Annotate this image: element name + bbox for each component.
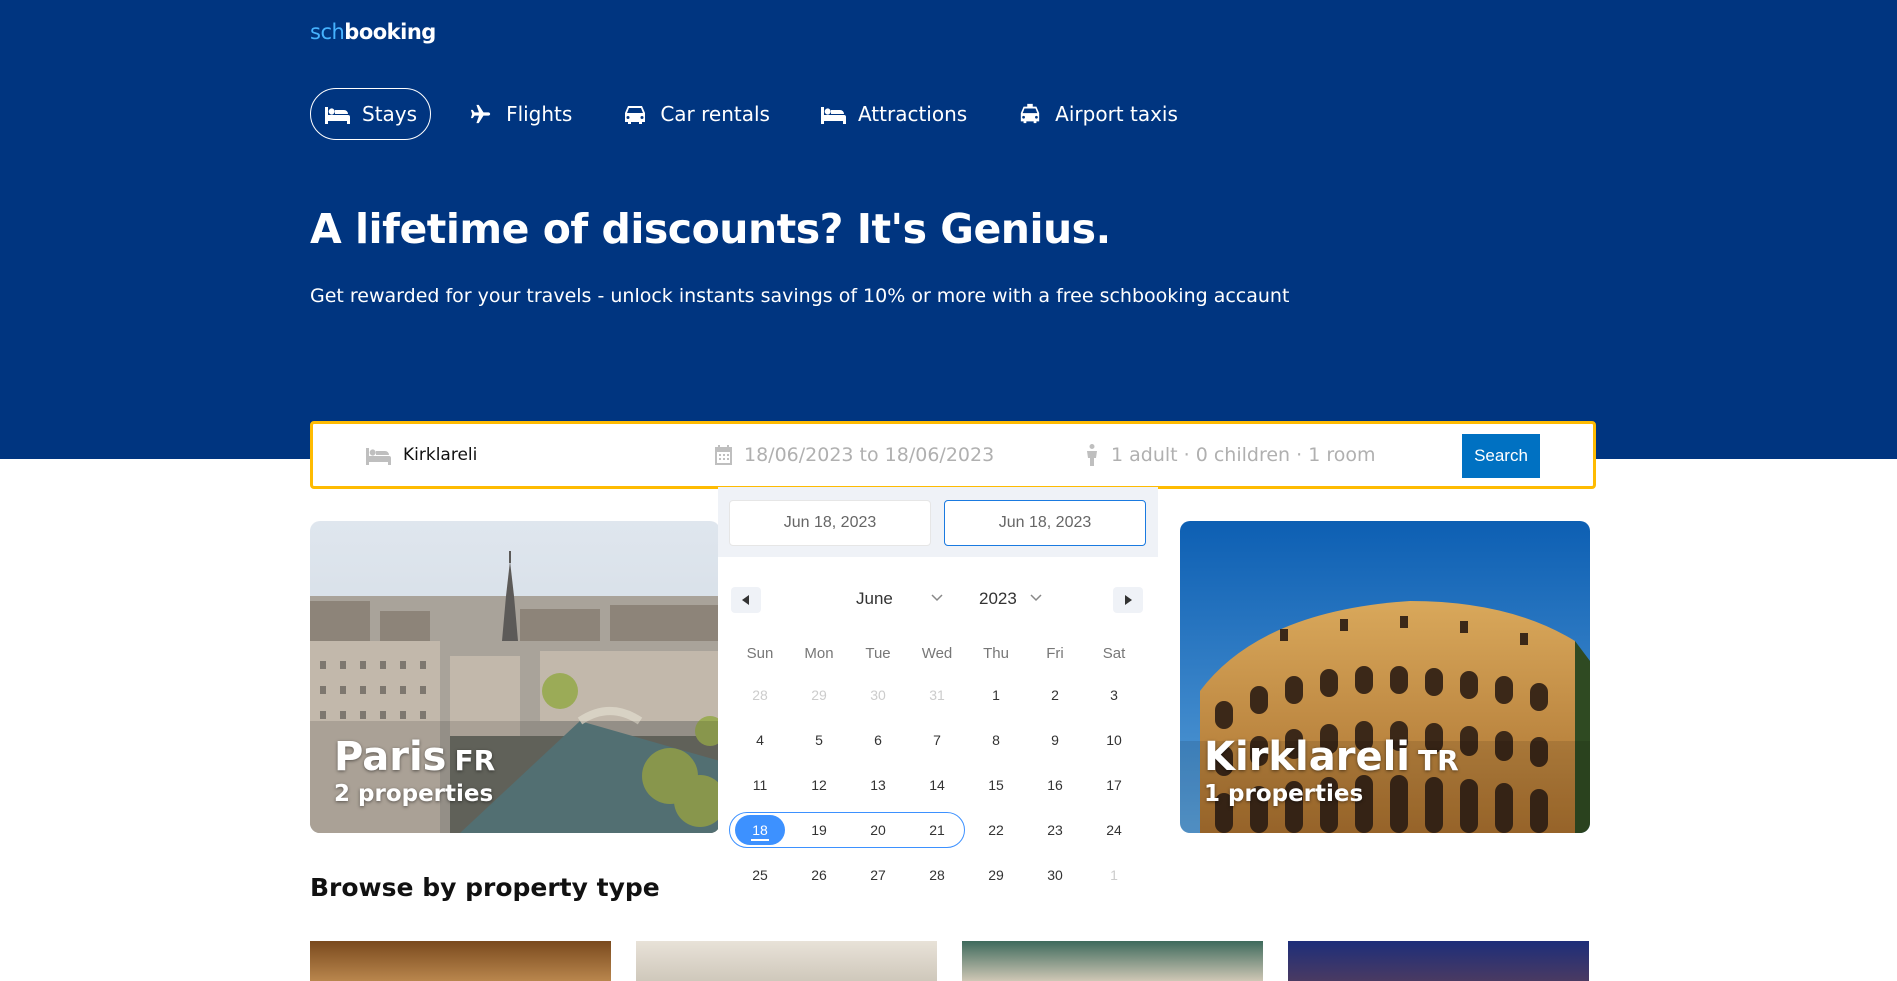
- day-cell[interactable]: 17: [1094, 770, 1134, 800]
- day-cell[interactable]: 11: [740, 770, 780, 800]
- day-cell[interactable]: 23: [1035, 815, 1075, 845]
- bed-icon: [366, 448, 391, 465]
- date-picker-header: Jun 18, 2023 Jun 18, 2023: [718, 487, 1158, 557]
- header: schbooking Stays Flights Car rentals Att…: [0, 0, 1897, 459]
- guests-field[interactable]: 1 adult · 0 children · 1 room: [1085, 424, 1375, 486]
- day-cell[interactable]: 5: [799, 725, 839, 755]
- weekday-label: Sun: [746, 645, 774, 662]
- date-picker: Jun 18, 2023 Jun 18, 2023 June 2023 Sun …: [718, 487, 1158, 897]
- weekday-label: Tue: [865, 645, 891, 662]
- day-cell[interactable]: 1: [976, 680, 1016, 710]
- chevron-left-icon: [742, 595, 749, 605]
- card-country: TR: [1418, 744, 1459, 777]
- day-cell[interactable]: 1: [1094, 860, 1134, 890]
- year-select[interactable]: 2023: [979, 589, 1017, 609]
- hero-subtitle: Get rewarded for your travels - unlock i…: [310, 285, 1290, 307]
- nav-item-car-rentals[interactable]: Car rentals: [609, 88, 783, 140]
- start-date-input[interactable]: Jun 18, 2023: [729, 500, 931, 546]
- day-cell[interactable]: 10: [1094, 725, 1134, 755]
- property-type-thumb[interactable]: [310, 941, 611, 981]
- nav-item-stays[interactable]: Stays: [310, 88, 432, 140]
- day-cell[interactable]: 20: [858, 815, 898, 845]
- chevron-right-icon: [1125, 595, 1132, 605]
- card-city: Paris: [334, 734, 447, 780]
- bed-icon: [325, 107, 350, 124]
- day-cell[interactable]: 29: [976, 860, 1016, 890]
- day-cell[interactable]: 9: [1035, 725, 1075, 755]
- person-icon: [1087, 444, 1097, 466]
- weekday-label: Thu: [983, 645, 1009, 662]
- taxi-icon: [1021, 103, 1040, 124]
- destination-card-kirklareli[interactable]: Kirklareli TR 1 properties: [1180, 521, 1590, 833]
- calendar-icon: [715, 445, 732, 465]
- logo[interactable]: schbooking: [310, 20, 436, 44]
- nav-item-attractions[interactable]: Attractions: [807, 88, 980, 140]
- month-select[interactable]: June: [856, 589, 893, 609]
- day-cell[interactable]: 4: [740, 725, 780, 755]
- chevron-down-icon: [1030, 594, 1042, 602]
- selected-day-cell[interactable]: 18: [735, 815, 785, 845]
- weekday-label: Sat: [1102, 645, 1126, 662]
- day-cell[interactable]: 28: [740, 680, 780, 710]
- next-month-button[interactable]: [1113, 587, 1143, 613]
- nav-item-flights[interactable]: Flights: [455, 88, 585, 140]
- card-country: FR: [454, 744, 496, 777]
- day-cell[interactable]: 25: [740, 860, 780, 890]
- day-cell[interactable]: 6: [858, 725, 898, 755]
- day-cell[interactable]: 27: [858, 860, 898, 890]
- card-city: Kirklareli: [1204, 734, 1411, 780]
- nav-item-airport-taxis[interactable]: Airport taxis: [1004, 88, 1191, 140]
- day-cell[interactable]: 21: [917, 815, 957, 845]
- day-cell[interactable]: 31: [917, 680, 957, 710]
- browse-title: Browse by property type: [310, 873, 660, 902]
- property-type-thumb[interactable]: [962, 941, 1263, 981]
- day-cell[interactable]: 22: [976, 815, 1016, 845]
- destination-card-paris[interactable]: Paris FR 2 properties: [310, 521, 720, 833]
- day-cell[interactable]: 3: [1094, 680, 1134, 710]
- bed-icon: [820, 107, 846, 124]
- weekday-label: Fri: [1046, 645, 1064, 662]
- day-cell[interactable]: 14: [917, 770, 957, 800]
- day-cell[interactable]: 16: [1035, 770, 1075, 800]
- day-cell[interactable]: 30: [858, 680, 898, 710]
- day-cell[interactable]: 7: [917, 725, 957, 755]
- chevron-down-icon: [931, 594, 943, 602]
- nav-bar: Stays Flights Car rentals Attractions Ai…: [310, 88, 1215, 140]
- day-cell[interactable]: 28: [917, 860, 957, 890]
- card-properties: 2 properties: [334, 781, 494, 807]
- destination-field[interactable]: Kirklareli: [365, 424, 477, 486]
- prev-month-button[interactable]: [731, 587, 761, 613]
- end-date-input[interactable]: Jun 18, 2023: [944, 500, 1146, 546]
- property-type-thumb[interactable]: [1288, 941, 1589, 981]
- date-range-field[interactable]: 18/06/2023 to 18/06/2023: [715, 424, 994, 486]
- day-cell[interactable]: 19: [799, 815, 839, 845]
- search-button[interactable]: Search: [1462, 434, 1540, 478]
- card-properties: 1 properties: [1204, 781, 1364, 807]
- day-cell[interactable]: 2: [1035, 680, 1075, 710]
- weekday-label: Wed: [921, 645, 953, 662]
- plane-icon: [470, 104, 491, 124]
- day-cell[interactable]: 12: [799, 770, 839, 800]
- search-bar: Kirklareli 18/06/2023 to 18/06/2023 1 ad…: [310, 421, 1596, 489]
- day-cell[interactable]: 29: [799, 680, 839, 710]
- day-cell[interactable]: 26: [799, 860, 839, 890]
- day-cell[interactable]: 8: [976, 725, 1016, 755]
- day-cell[interactable]: 30: [1035, 860, 1075, 890]
- day-cell[interactable]: 15: [976, 770, 1016, 800]
- hero-title: A lifetime of discounts? It's Genius.: [310, 205, 1111, 253]
- property-type-thumb[interactable]: [636, 941, 937, 981]
- weekday-label: Mon: [804, 645, 834, 662]
- card-caption: Paris FR 2 properties: [334, 737, 495, 807]
- card-caption: Kirklareli TR 1 properties: [1204, 737, 1459, 807]
- day-cell[interactable]: 24: [1094, 815, 1134, 845]
- day-cell[interactable]: 13: [858, 770, 898, 800]
- car-icon: [625, 106, 646, 124]
